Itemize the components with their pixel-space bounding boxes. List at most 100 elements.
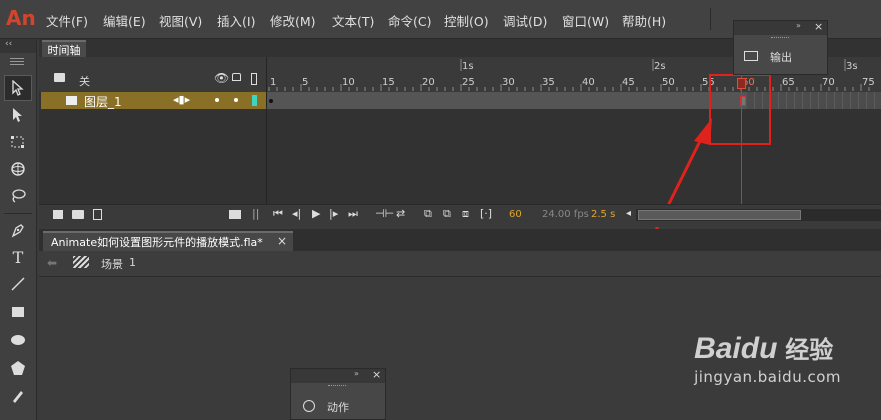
grip-icon[interactable] xyxy=(328,385,346,388)
text-tool-icon[interactable]: T xyxy=(4,244,32,270)
free-transform-tool-icon[interactable] xyxy=(4,129,32,155)
lasso-tool-icon[interactable] xyxy=(4,183,32,209)
actions-panel: » × 动作 xyxy=(290,368,386,420)
menu-modify[interactable]: 修改(M) xyxy=(270,11,316,30)
camera-icon[interactable] xyxy=(229,210,241,219)
ruler-frame-label: 30 xyxy=(502,77,515,88)
edit-bar: ⬅ 场景 1 xyxy=(39,251,881,277)
output-panel-titlebar[interactable]: » × xyxy=(734,20,827,38)
timeline-header-label: 关 xyxy=(79,75,90,88)
menu-debug[interactable]: 调试(D) xyxy=(503,11,547,30)
expand-icon[interactable]: » xyxy=(796,21,801,30)
menu-control[interactable]: 控制(O) xyxy=(444,11,489,30)
timeline-scrollbar[interactable] xyxy=(636,209,881,221)
layer-icon xyxy=(66,96,77,105)
menu-edit[interactable]: 编辑(E) xyxy=(103,11,146,30)
close-icon[interactable]: × xyxy=(372,368,381,381)
step-back-icon[interactable]: ◂| xyxy=(292,207,301,220)
layer-frames[interactable] xyxy=(267,92,881,109)
current-frame[interactable]: 60 xyxy=(509,209,522,220)
scene-label[interactable]: 场景 xyxy=(101,256,123,272)
tool-divider xyxy=(4,213,32,214)
menu-command[interactable]: 命令(C) xyxy=(388,11,431,30)
elapsed-time[interactable]: 2.5 s xyxy=(591,209,615,220)
clapperboard-icon xyxy=(73,256,89,268)
panel-split-icon: || xyxy=(252,207,260,220)
center-frame-icon[interactable]: ⊣⊢ xyxy=(375,207,394,220)
menu-insert[interactable]: 插入(I) xyxy=(217,11,255,30)
scroll-left-icon[interactable]: ◂ xyxy=(626,208,631,219)
document-tab[interactable]: Animate如何设置图形元件的播放模式.fla* × xyxy=(43,231,293,251)
polystar-tool-icon[interactable] xyxy=(4,355,32,381)
lock-dot-icon[interactable] xyxy=(234,98,238,102)
line-tool-icon[interactable] xyxy=(4,271,32,297)
visibility-dot-icon[interactable] xyxy=(215,98,219,102)
ruler-frame-label: 15 xyxy=(382,77,395,88)
ruler-second-label: 1s xyxy=(462,61,474,72)
expand-icon[interactable]: » xyxy=(354,369,359,378)
selection-tool-icon[interactable] xyxy=(4,75,32,101)
keyframe-nav-icon[interactable]: ◂▮▸ xyxy=(173,93,190,106)
new-folder-icon[interactable] xyxy=(72,210,84,219)
onion-skin-icon[interactable]: ⧉ xyxy=(424,207,432,221)
tools-panel: ‹‹ T xyxy=(0,39,37,420)
ruler-frame-label: 10 xyxy=(342,77,355,88)
actions-panel-titlebar[interactable]: » × xyxy=(291,368,385,386)
panel-menu-icon[interactable] xyxy=(10,58,24,59)
delete-icon[interactable] xyxy=(93,209,102,220)
output-label[interactable]: 输出 xyxy=(770,49,792,65)
play-icon[interactable]: ▶ xyxy=(312,207,320,220)
eye-icon[interactable]: 👁 xyxy=(214,71,229,85)
ruler-frame-label: 1 xyxy=(270,77,276,88)
layer-row[interactable]: 图层_1 ◂▮▸ xyxy=(41,92,266,109)
subselection-tool-icon[interactable] xyxy=(4,102,32,128)
menu-view[interactable]: 视图(V) xyxy=(159,11,202,30)
back-arrow-icon[interactable]: ⬅ xyxy=(47,256,57,270)
ruler-frame-label: 25 xyxy=(462,77,475,88)
edit-multiple-icon[interactable]: ⧈ xyxy=(462,207,469,221)
onion-outline-icon[interactable]: ⧉ xyxy=(443,207,451,221)
menu-help[interactable]: 帮助(H) xyxy=(622,11,666,30)
modify-markers-icon[interactable]: [·] xyxy=(480,207,492,220)
collapse-icon[interactable]: ‹‹ xyxy=(5,39,12,49)
lock-icon[interactable] xyxy=(232,73,241,81)
scene-number: 1 xyxy=(129,256,136,269)
loop-icon[interactable]: ⇄ xyxy=(396,207,405,220)
ruler-frame-label: 45 xyxy=(622,77,635,88)
layer-color-swatch[interactable] xyxy=(252,95,257,106)
ruler-frame-label: 35 xyxy=(542,77,555,88)
goto-first-icon[interactable]: ⏮ xyxy=(273,207,283,221)
layer-name[interactable]: 图层_1 xyxy=(84,93,122,110)
menu-divider xyxy=(710,8,711,30)
watermark-brand-cn: 经验 xyxy=(785,336,834,364)
ruler-frame-label: 50 xyxy=(662,77,675,88)
step-forward-icon[interactable]: |▸ xyxy=(329,207,338,220)
layer-divider xyxy=(266,57,267,204)
scrollbar-thumb[interactable] xyxy=(638,210,801,220)
oval-tool-icon[interactable] xyxy=(4,327,32,353)
keyframe-dot[interactable] xyxy=(269,99,273,103)
grip-icon[interactable] xyxy=(771,37,789,40)
close-tab-icon[interactable]: × xyxy=(277,234,287,248)
actions-label[interactable]: 动作 xyxy=(327,399,349,415)
document-title[interactable]: Animate如何设置图形元件的播放模式.fla* xyxy=(51,234,263,250)
output-panel: » × 输出 xyxy=(733,20,828,75)
menu-text[interactable]: 文本(T) xyxy=(332,11,374,30)
outline-icon[interactable] xyxy=(251,73,257,85)
rectangle-tool-icon[interactable] xyxy=(4,299,32,325)
pen-tool-icon[interactable] xyxy=(4,217,32,243)
layers-icon xyxy=(54,73,65,82)
menu-file[interactable]: 文件(F) xyxy=(46,11,88,30)
menu-window[interactable]: 窗口(W) xyxy=(562,11,609,30)
ruler-second-label: 3s xyxy=(846,61,858,72)
watermark-brand: Baidu xyxy=(694,332,778,365)
tab-timeline[interactable]: 时间轴 xyxy=(42,40,86,57)
goto-last-icon[interactable]: ⏭ xyxy=(348,207,358,221)
close-icon[interactable]: × xyxy=(814,20,823,33)
pencil-tool-icon[interactable] xyxy=(4,383,32,409)
compass-icon xyxy=(303,400,315,412)
3d-rotation-tool-icon[interactable] xyxy=(4,156,32,182)
frame-rate[interactable]: 24.00 fps xyxy=(542,209,589,220)
tools-panel-header: ‹‹ xyxy=(0,39,36,53)
new-layer-icon[interactable] xyxy=(53,210,63,219)
